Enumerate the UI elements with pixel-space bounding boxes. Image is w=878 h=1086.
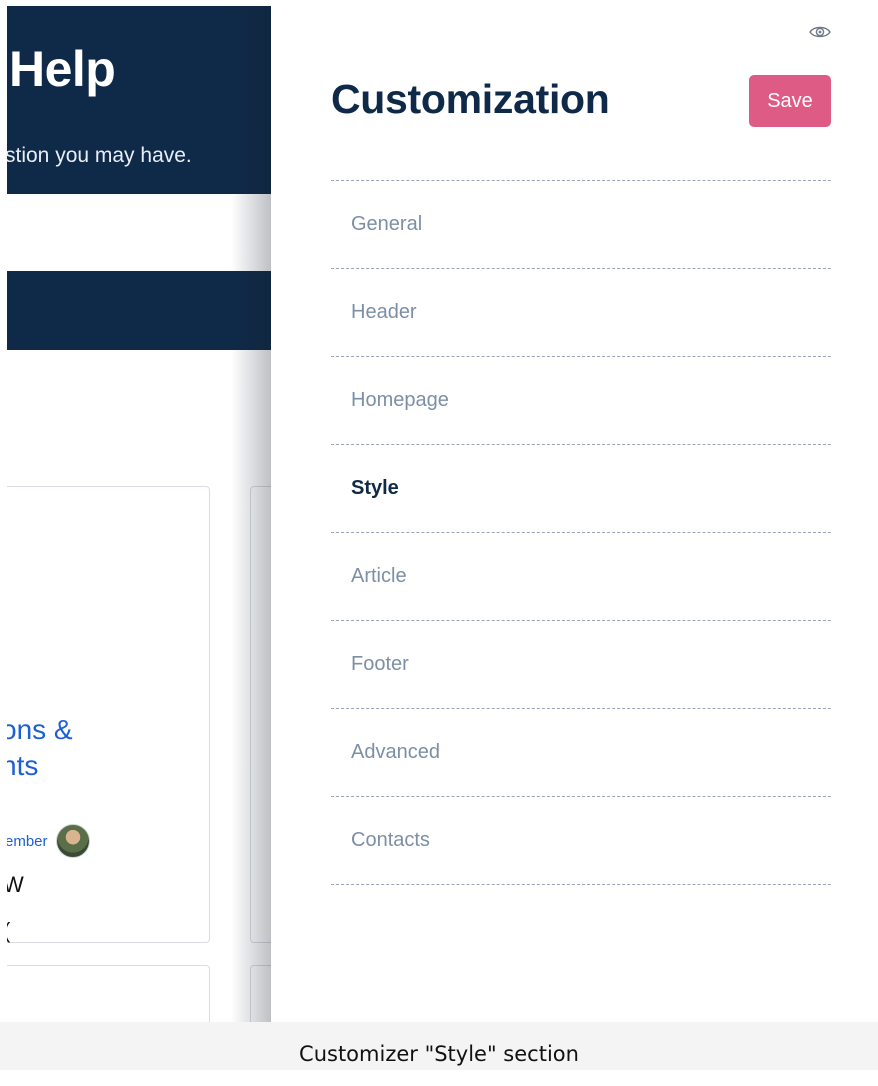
panel-title: Customization (331, 76, 610, 122)
menu-item-advanced[interactable]: Advanced (331, 709, 831, 797)
card-text-fragment: ( (7, 918, 10, 944)
eye-icon (809, 26, 831, 38)
hero-title: Help (9, 41, 116, 97)
avatar (55, 824, 90, 858)
menu-item-contacts[interactable]: Contacts (331, 797, 831, 885)
menu-item-homepage[interactable]: Homepage (331, 357, 831, 445)
screenshot-stage: Help stion you may have. ons & nts ember … (7, 6, 878, 1022)
site-navbar (7, 271, 271, 350)
customizer-panel: Customization Save General Header Homepage… (271, 6, 878, 1022)
card-title-link[interactable]: ons & nts (7, 712, 73, 784)
card-title-line: nts (7, 750, 39, 781)
card-author: ember (7, 824, 90, 858)
article-card[interactable] (7, 965, 210, 1022)
figure-caption: Customizer "Style" section (0, 1022, 878, 1070)
author-label[interactable]: ember (7, 833, 48, 850)
card-title-line: ons & (7, 714, 73, 745)
article-card[interactable] (250, 486, 271, 943)
hero-subtitle: stion you may have. (7, 144, 192, 167)
menu-item-footer[interactable]: Footer (331, 621, 831, 709)
menu-item-style[interactable]: Style (331, 445, 831, 533)
preview-toggle-button[interactable] (809, 22, 831, 42)
site-hero: Help stion you may have. (7, 6, 271, 194)
menu-item-general[interactable]: General (331, 181, 831, 269)
card-text-fragment: W (7, 872, 24, 897)
menu-item-article[interactable]: Article (331, 533, 831, 621)
article-card[interactable] (250, 965, 271, 1022)
customizer-menu: General Header Homepage Style Article Footer A… (331, 180, 831, 885)
menu-item-header[interactable]: Header (331, 269, 831, 357)
help-site-background: Help stion you may have. ons & nts ember … (7, 6, 271, 1022)
save-button[interactable]: Save (749, 75, 831, 127)
